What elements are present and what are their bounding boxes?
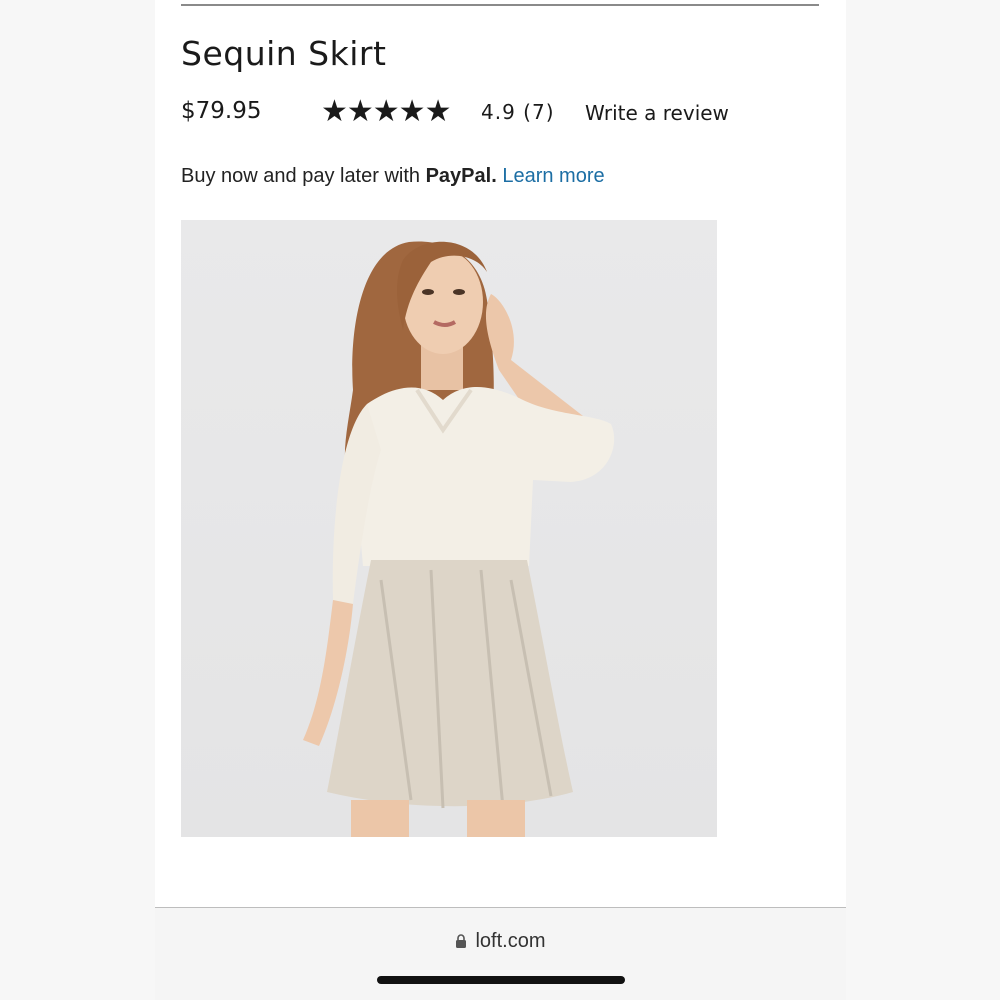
top-divider xyxy=(181,4,819,6)
model-photo-illustration xyxy=(303,241,615,837)
rating-stars-icon[interactable]: ★★★★★ xyxy=(321,94,451,129)
rating-summary[interactable]: 4.9 (7) xyxy=(481,100,555,124)
url-bar[interactable]: loft.com xyxy=(155,930,846,953)
lock-icon xyxy=(456,934,467,948)
learn-more-link[interactable]: Learn more xyxy=(502,165,604,187)
write-review-link[interactable]: Write a review xyxy=(585,101,729,125)
paypal-brand: PayPal. xyxy=(425,165,497,187)
product-image[interactable] xyxy=(181,220,717,837)
browser-bottom-bar: loft.com xyxy=(155,908,846,1000)
right-backdrop xyxy=(846,0,1000,1000)
url-text: loft.com xyxy=(475,930,546,952)
home-indicator[interactable] xyxy=(377,976,625,984)
left-backdrop xyxy=(0,0,155,1000)
product-title: Sequin Skirt xyxy=(181,34,387,73)
product-page: Sequin Skirt $79.95 ★★★★★ 4.9 (7) Write … xyxy=(155,0,846,1000)
product-price: $79.95 xyxy=(181,98,262,124)
paypal-message-text: Buy now and pay later with xyxy=(181,165,426,187)
paypal-message: Buy now and pay later with PayPal. Learn… xyxy=(181,165,605,188)
